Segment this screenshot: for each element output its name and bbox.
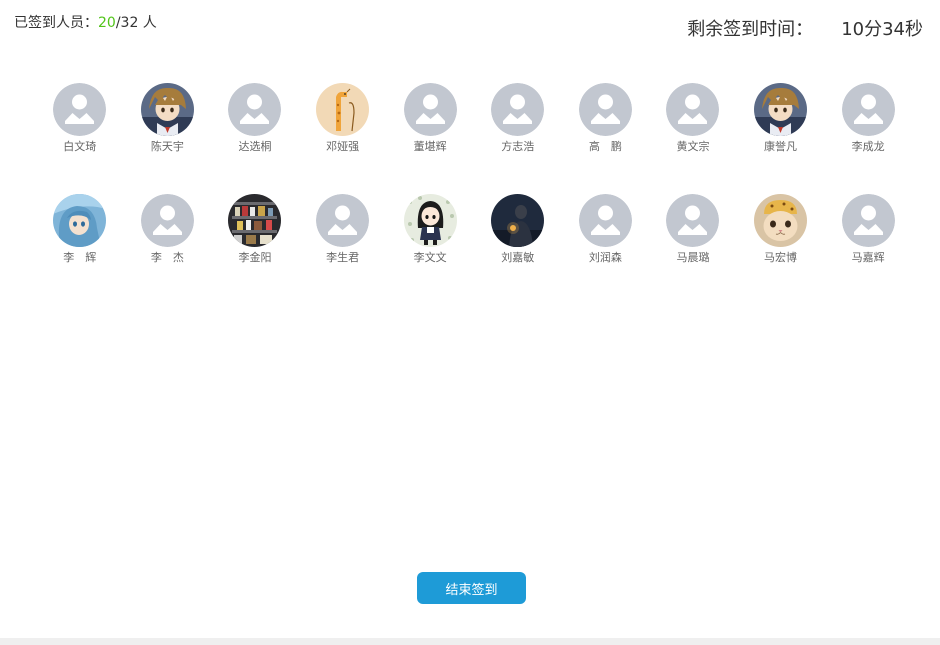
attendee-item[interactable]: 李成龙 bbox=[824, 83, 912, 194]
attendee-item[interactable]: 马嘉辉 bbox=[824, 194, 912, 305]
attendee-item[interactable]: 李金阳 bbox=[211, 194, 299, 305]
attendee-item[interactable]: 刘润森 bbox=[562, 194, 650, 305]
attendee-item[interactable]: 黄文宗 bbox=[649, 83, 737, 194]
attendee-name: 康誉凡 bbox=[764, 140, 798, 153]
attendee-name: 达选桐 bbox=[238, 140, 272, 153]
attendee-item[interactable]: 李生君 bbox=[299, 194, 387, 305]
attendee-name: 高 鹏 bbox=[588, 140, 622, 153]
default-user-icon bbox=[841, 83, 895, 136]
default-user-icon bbox=[403, 83, 457, 136]
attendee-name: 马嘉辉 bbox=[851, 251, 885, 264]
chibi-girl-avatar bbox=[403, 194, 457, 247]
giraffe-avatar bbox=[316, 83, 370, 136]
default-user-icon bbox=[53, 83, 107, 136]
default-user-icon bbox=[140, 194, 194, 247]
attendee-item[interactable]: 马晨璐 bbox=[649, 194, 737, 305]
attendee-name: 李生君 bbox=[326, 251, 360, 264]
remaining-time-label: 剩余签到时间： bbox=[687, 19, 814, 40]
attendee-name: 马晨璐 bbox=[676, 251, 710, 264]
default-user-icon bbox=[841, 194, 895, 247]
attendee-item[interactable]: 邓娅强 bbox=[299, 83, 387, 194]
attendee-name: 李 辉 bbox=[63, 251, 97, 264]
default-user-icon bbox=[578, 194, 632, 247]
night-portrait-avatar bbox=[491, 194, 545, 247]
default-user-icon bbox=[666, 194, 720, 247]
attendee-name: 陈天宇 bbox=[150, 140, 184, 153]
default-user-icon bbox=[228, 83, 282, 136]
attendee-name: 李文文 bbox=[413, 251, 447, 264]
attendee-item[interactable]: 达选桐 bbox=[211, 83, 299, 194]
attendee-name: 刘嘉敏 bbox=[501, 251, 535, 264]
attendee-name: 方志浩 bbox=[501, 140, 535, 153]
attendee-item[interactable]: 康誉凡 bbox=[737, 83, 825, 194]
anime-boy-avatar bbox=[754, 83, 808, 136]
total-count: /32 人 bbox=[115, 15, 157, 31]
header: 已签到人员：20/32 人 剩余签到时间： 10分34秒 bbox=[0, 0, 940, 50]
attendee-item[interactable]: 高 鹏 bbox=[562, 83, 650, 194]
attendee-name: 李金阳 bbox=[238, 251, 272, 264]
remaining-time: 剩余签到时间： 10分34秒 bbox=[687, 15, 923, 41]
attendee-name: 董堪辉 bbox=[413, 140, 447, 153]
attendee-name: 李成龙 bbox=[851, 140, 885, 153]
attendee-grid: 白文琦 陈天宇 达选桐 邓娅强 董堪辉 方志浩 高 鹏 黄文宗 康誉凡 李成龙李 辉 李 杰 李金阳 李… bbox=[36, 83, 912, 305]
default-user-icon bbox=[491, 83, 545, 136]
anime-boy-avatar bbox=[140, 83, 194, 136]
default-user-icon bbox=[316, 194, 370, 247]
attendee-item[interactable]: 李 辉 bbox=[36, 194, 124, 305]
remaining-time-value: 10分34秒 bbox=[841, 19, 923, 40]
attendee-item[interactable]: 刘嘉敏 bbox=[474, 194, 562, 305]
attendee-name: 黄文宗 bbox=[676, 140, 710, 153]
signed-count: 已签到人员：20/32 人 bbox=[14, 12, 157, 32]
sign-in-page: 已签到人员：20/32 人 剩余签到时间： 10分34秒 白文琦 陈天宇 达选桐 邓娅强… bbox=[0, 0, 940, 645]
signed-label: 已签到人员： bbox=[14, 15, 98, 31]
attendee-name: 白文琦 bbox=[63, 140, 97, 153]
attendee-name: 马宏博 bbox=[764, 251, 798, 264]
cat-avatar bbox=[754, 194, 808, 247]
anime-girl-blue-avatar bbox=[53, 194, 107, 247]
attendee-item[interactable]: 李 杰 bbox=[124, 194, 212, 305]
store-shelf-photo-avatar bbox=[228, 194, 282, 247]
default-user-icon bbox=[666, 83, 720, 136]
attendee-item[interactable]: 白文琦 bbox=[36, 83, 124, 194]
attendee-name: 刘润森 bbox=[588, 251, 622, 264]
attendee-item[interactable]: 董堪辉 bbox=[386, 83, 474, 194]
attendee-item[interactable]: 李文文 bbox=[386, 194, 474, 305]
end-sign-in-button[interactable]: 结束签到 bbox=[417, 572, 526, 604]
footer-bar bbox=[0, 638, 940, 645]
default-user-icon bbox=[578, 83, 632, 136]
attendee-item[interactable]: 马宏博 bbox=[737, 194, 825, 305]
attendee-name: 李 杰 bbox=[150, 251, 184, 264]
attendee-name: 邓娅强 bbox=[326, 140, 360, 153]
attendee-item[interactable]: 方志浩 bbox=[474, 83, 562, 194]
attendee-item[interactable]: 陈天宇 bbox=[124, 83, 212, 194]
signed-count-number: 20 bbox=[98, 15, 116, 31]
